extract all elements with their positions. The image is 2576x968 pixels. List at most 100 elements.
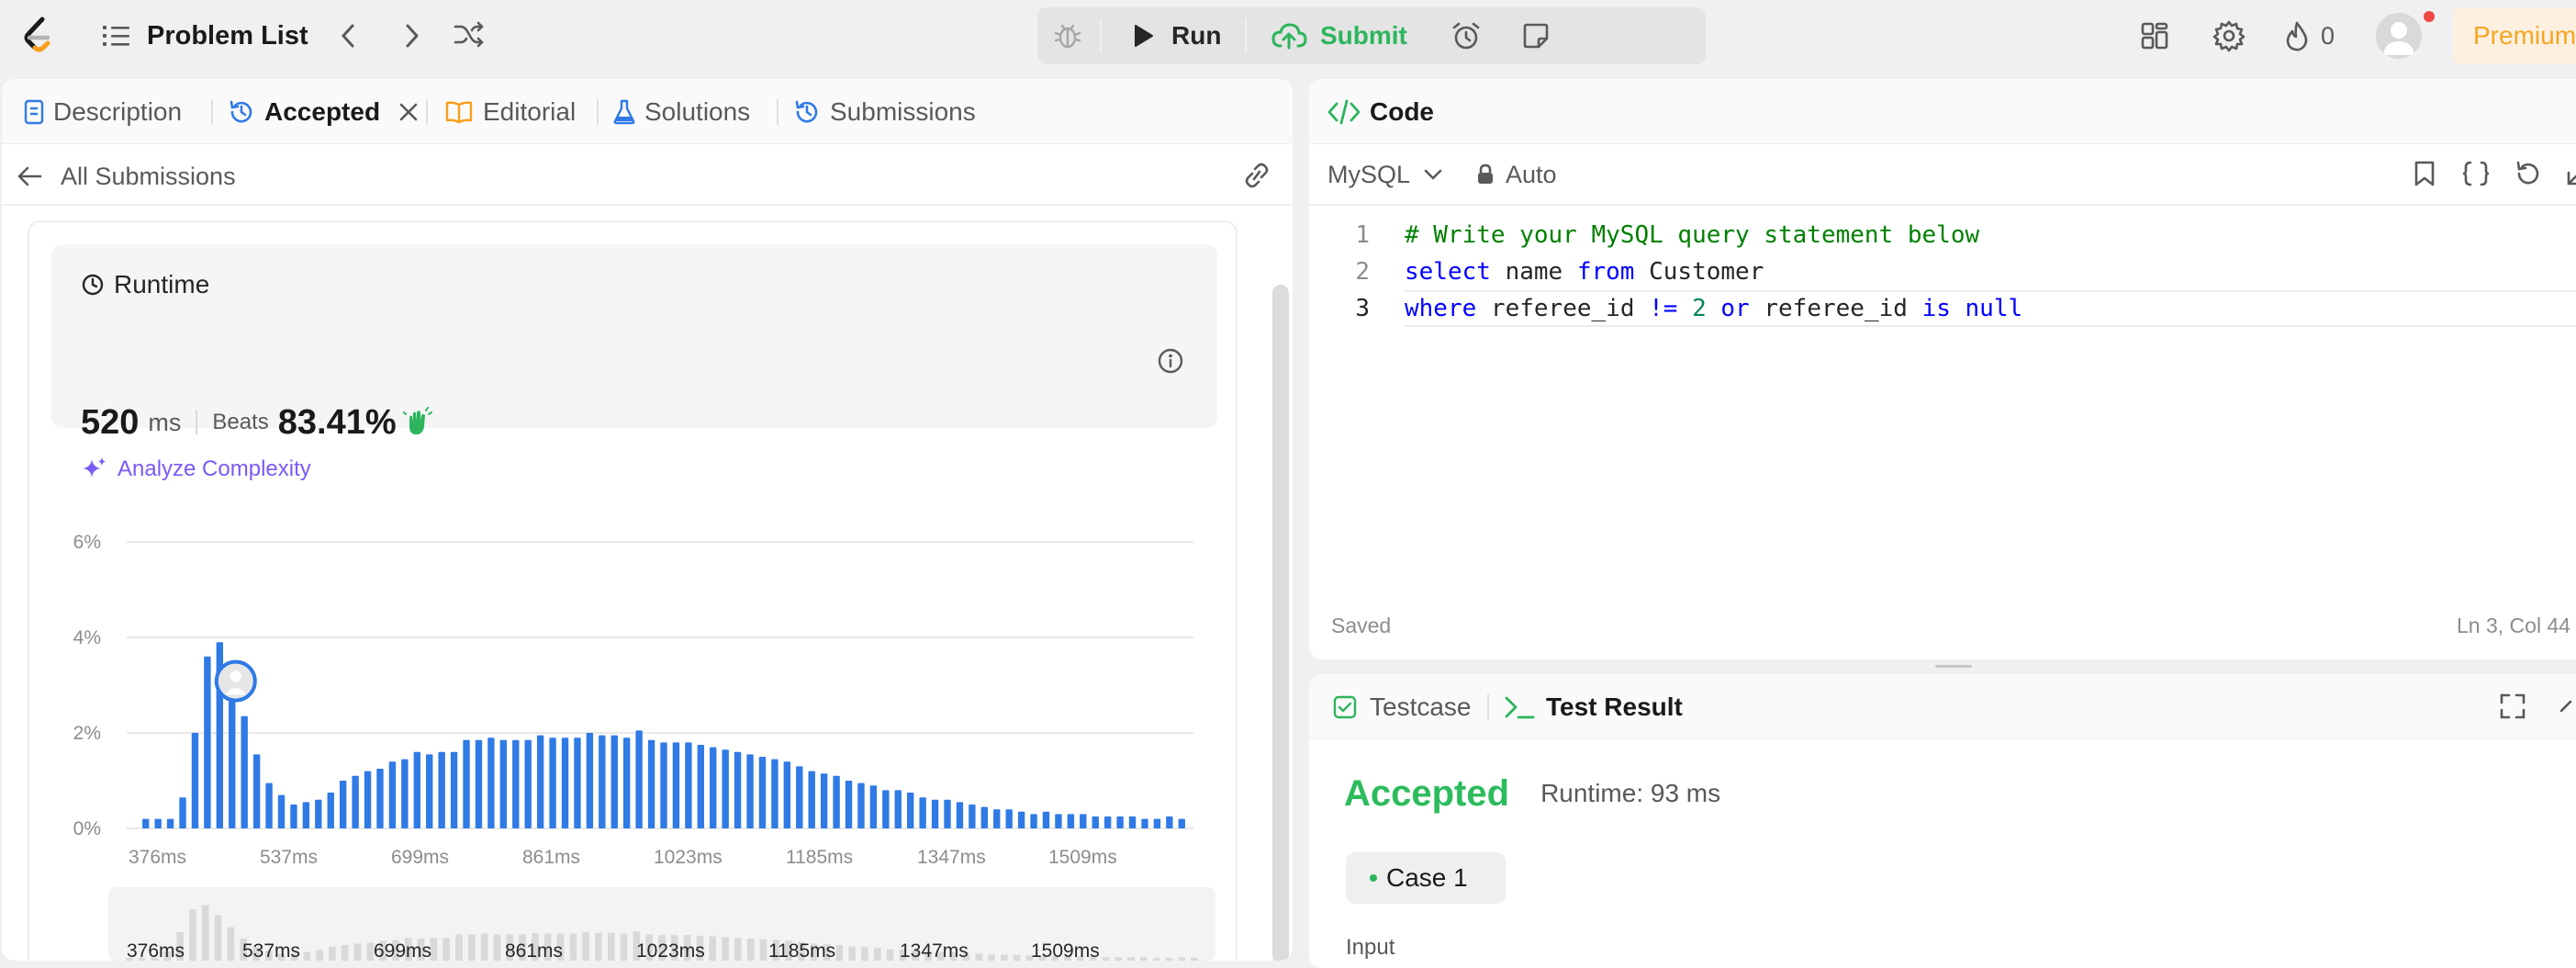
chart-bar bbox=[1128, 816, 1137, 828]
format-code-icon[interactable] bbox=[2460, 160, 2492, 192]
left-panel-scrollbar[interactable] bbox=[1272, 285, 1289, 961]
language-select[interactable]: MySQL bbox=[1327, 156, 1443, 193]
chart-bar bbox=[204, 656, 211, 828]
tab-solutions-label: Solutions bbox=[644, 97, 751, 126]
chart-bar bbox=[388, 761, 397, 828]
chart-bar bbox=[1092, 816, 1099, 828]
run-button[interactable]: Run bbox=[1120, 11, 1232, 61]
tab-editorial[interactable]: Editorial bbox=[444, 96, 576, 129]
expand-editor-icon[interactable] bbox=[2563, 162, 2576, 194]
horizontal-resize-handle[interactable] bbox=[1309, 659, 2576, 672]
chart-bar bbox=[327, 793, 334, 828]
all-submissions-link[interactable]: All Submissions bbox=[17, 158, 236, 195]
checkbox-icon bbox=[1333, 695, 1357, 719]
layout-grid-icon[interactable] bbox=[2139, 20, 2170, 56]
case-label: Case 1 bbox=[1386, 863, 1468, 892]
tab-testcase[interactable]: Testcase bbox=[1333, 691, 1472, 724]
chart-bar bbox=[845, 781, 853, 828]
tab-test-result[interactable]: Test Result bbox=[1504, 691, 1683, 724]
input-label: Input bbox=[1346, 935, 1395, 960]
share-link-icon[interactable] bbox=[1241, 162, 1272, 194]
chart-bar bbox=[315, 799, 322, 828]
mini-bar bbox=[1191, 957, 1198, 961]
chart-bar bbox=[512, 739, 520, 828]
y-tick-label: 0% bbox=[73, 818, 101, 839]
info-icon[interactable] bbox=[1157, 347, 1184, 379]
user-avatar[interactable] bbox=[2376, 13, 2422, 59]
play-icon bbox=[1135, 25, 1153, 47]
code-tab[interactable]: Code bbox=[1327, 96, 1434, 129]
flask-icon bbox=[613, 99, 635, 125]
chart-bar bbox=[438, 751, 445, 828]
collapse-panel-icon[interactable] bbox=[2558, 694, 2576, 723]
streak-counter[interactable]: 0 bbox=[2284, 18, 2335, 53]
tab-accepted-label: Accepted bbox=[264, 97, 381, 126]
tab-accepted[interactable]: Accepted bbox=[228, 96, 419, 129]
chart-bar bbox=[191, 733, 199, 828]
cloud-upload-icon bbox=[1271, 23, 1307, 50]
code-editor[interactable]: 1 # Write your MySQL query statement bel… bbox=[1309, 217, 2576, 621]
vertical-resize-handle[interactable] bbox=[1294, 79, 1307, 946]
mini-bar bbox=[988, 954, 995, 961]
mini-bar bbox=[620, 933, 628, 961]
code-line-text: select name from Customer bbox=[1405, 258, 1764, 286]
runtime-distribution-chart[interactable]: 6% 4% 2% 0% 376ms 537ms 699ms 861ms 1023ms 1185ms… bbox=[51, 511, 1226, 878]
close-icon[interactable] bbox=[398, 102, 419, 122]
resize-grip bbox=[1935, 665, 1972, 668]
divider bbox=[426, 99, 428, 125]
tab-submissions-label: Submissions bbox=[830, 97, 976, 126]
mini-bar bbox=[886, 949, 894, 961]
chart-bar bbox=[179, 797, 186, 828]
code-line: 1 # Write your MySQL query statement bel… bbox=[1309, 217, 1979, 253]
chart-bar bbox=[1116, 816, 1124, 828]
line-number: 2 bbox=[1355, 258, 1370, 286]
code-brackets-icon bbox=[1327, 99, 1361, 125]
mini-bar bbox=[316, 950, 323, 961]
bookmark-icon[interactable] bbox=[2413, 160, 2436, 192]
reset-code-icon[interactable] bbox=[2514, 160, 2541, 192]
submit-button[interactable]: Submit bbox=[1261, 11, 1417, 61]
chart-bar bbox=[574, 737, 581, 828]
runtime-heading: Runtime bbox=[81, 268, 209, 301]
chart-bar bbox=[364, 771, 372, 828]
case-1-tab[interactable]: Case 1 bbox=[1346, 852, 1506, 904]
chart-bar bbox=[833, 775, 840, 828]
tab-submissions[interactable]: Submissions bbox=[793, 96, 976, 129]
chart-bar bbox=[647, 739, 655, 828]
analyze-complexity-button[interactable]: Analyze Complexity bbox=[81, 454, 311, 485]
chart-bar bbox=[487, 737, 495, 828]
save-status: Saved bbox=[1331, 613, 1392, 637]
shuffle-icon[interactable] bbox=[454, 20, 485, 52]
tab-description[interactable]: Description bbox=[24, 96, 182, 129]
settings-gear-icon[interactable] bbox=[2212, 19, 2246, 57]
problem-list-link[interactable]: Problem List bbox=[103, 17, 308, 55]
mini-bar bbox=[1165, 957, 1173, 961]
prev-problem-icon[interactable] bbox=[336, 22, 362, 54]
runtime-value: 520 bbox=[81, 402, 140, 442]
left-panel: Description Accepted Editorial Solutions… bbox=[2, 79, 1293, 961]
next-problem-icon[interactable] bbox=[398, 22, 424, 54]
leetcode-logo[interactable] bbox=[20, 17, 57, 55]
mini-bar bbox=[303, 951, 311, 961]
arrow-left-icon bbox=[17, 166, 42, 186]
tab-solutions[interactable]: Solutions bbox=[613, 96, 750, 129]
code-line: 3 where referee_id != 2 or referee_id is… bbox=[1309, 290, 2022, 327]
mini-bar bbox=[1102, 957, 1110, 961]
fullscreen-icon[interactable] bbox=[2499, 692, 2526, 725]
chart-bar bbox=[536, 735, 544, 828]
divider bbox=[597, 99, 599, 125]
x-tick-label: 537ms bbox=[260, 847, 318, 868]
premium-button[interactable]: Premium bbox=[2453, 7, 2576, 64]
mini-bar bbox=[607, 932, 615, 961]
sparkle-icon bbox=[83, 457, 106, 478]
premium-label: Premium bbox=[2473, 21, 2576, 50]
mini-bar bbox=[1178, 957, 1186, 961]
chart-bar bbox=[1042, 811, 1050, 828]
chart-bar bbox=[758, 757, 767, 828]
alarm-clock-icon bbox=[1450, 20, 1482, 56]
autocomplete-mode[interactable]: Auto bbox=[1476, 156, 1557, 193]
debug-icon[interactable] bbox=[1052, 20, 1083, 56]
divider bbox=[2, 204, 1293, 206]
mini-bar bbox=[1001, 954, 1008, 961]
chart-bar bbox=[1067, 814, 1075, 828]
